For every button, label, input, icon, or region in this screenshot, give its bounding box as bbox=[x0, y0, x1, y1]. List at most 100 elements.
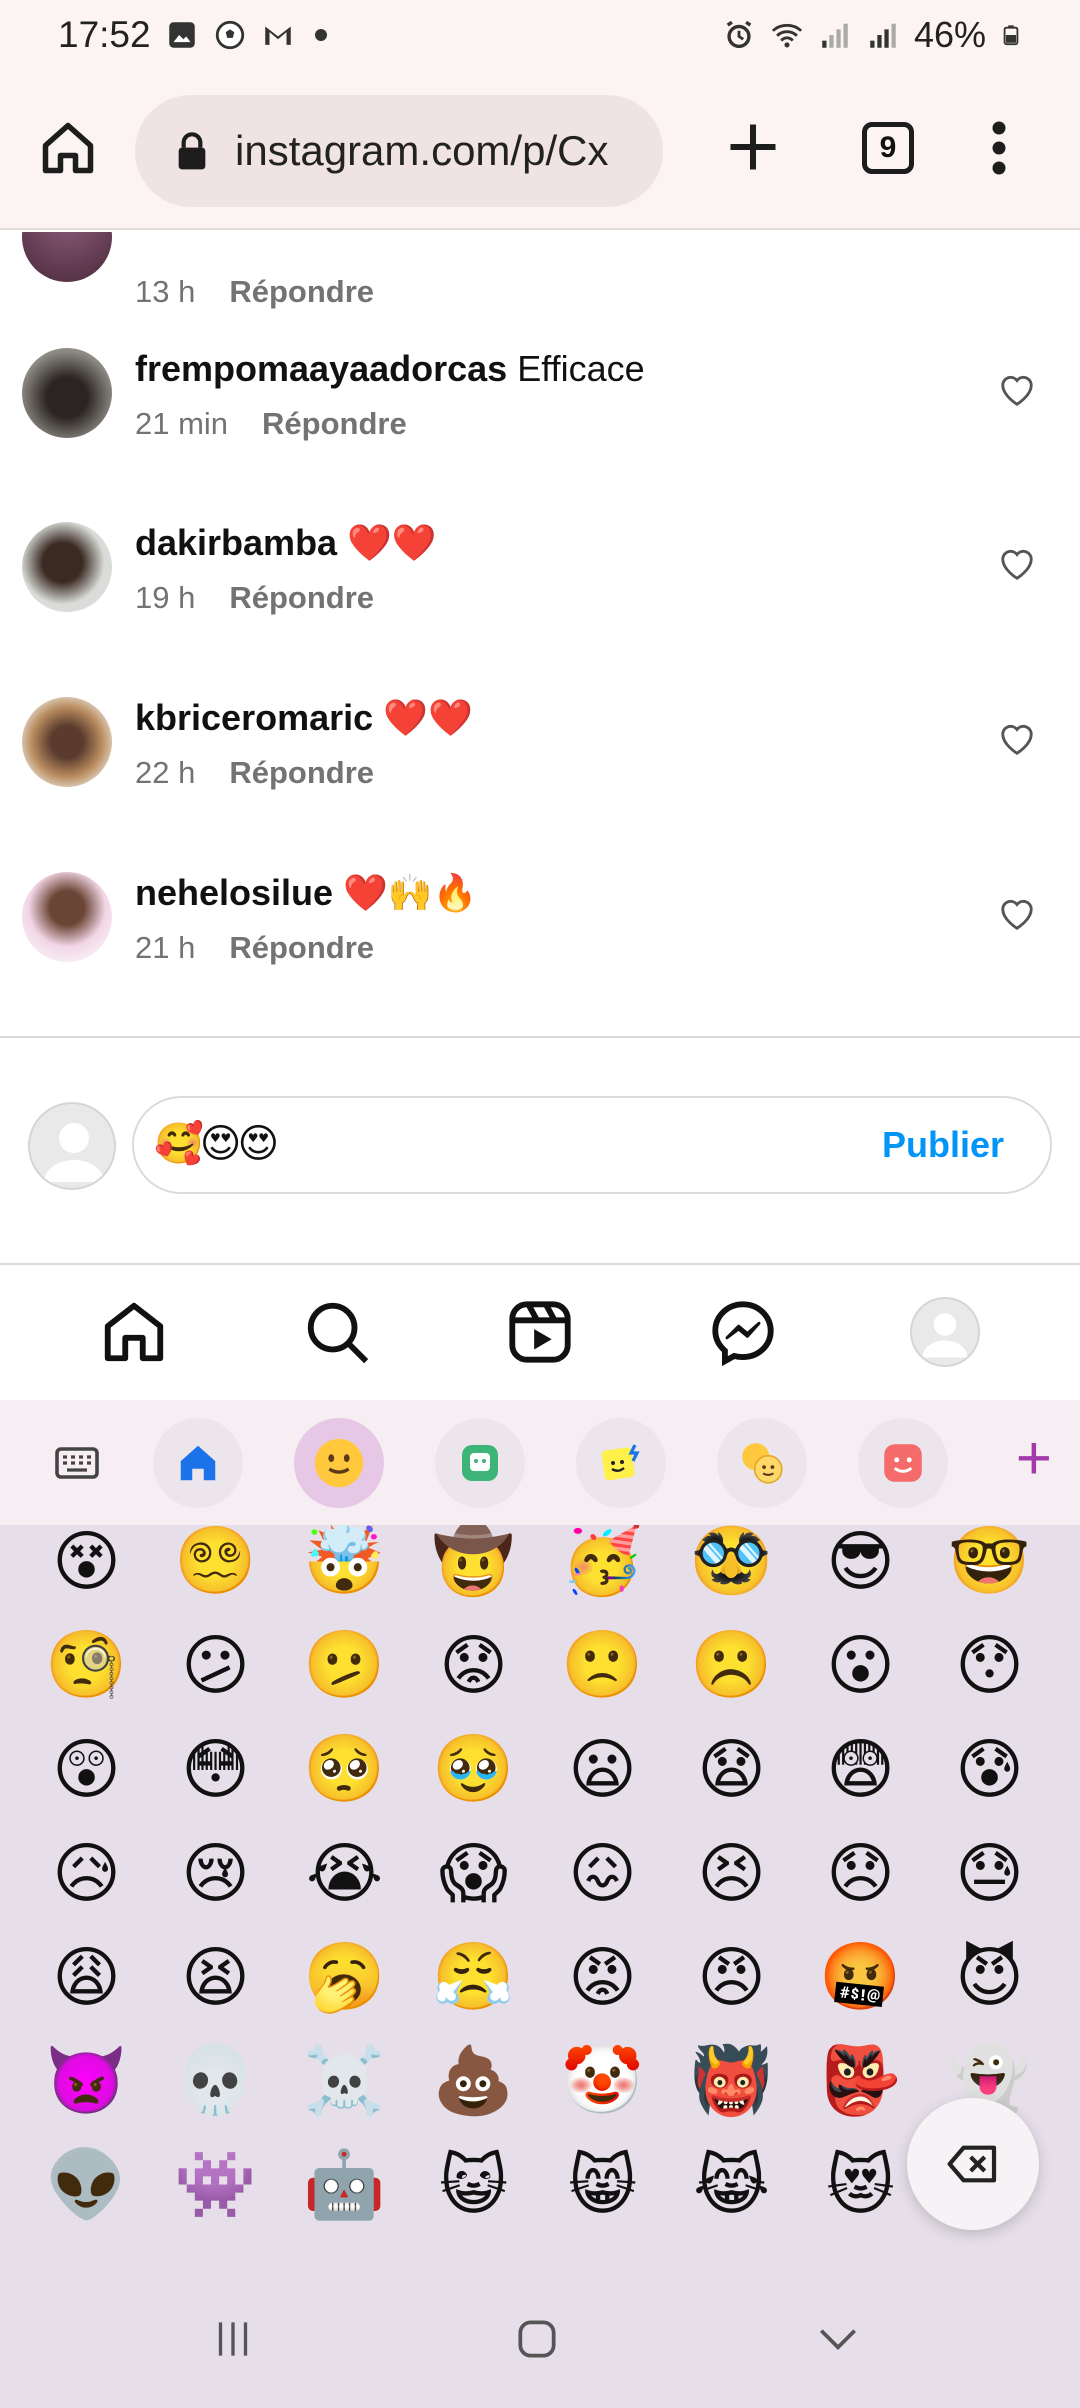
comment-username[interactable]: dakirbamba bbox=[135, 522, 337, 563]
emoji-key[interactable]: 🥳 bbox=[538, 1525, 667, 1613]
home-nav-icon[interactable] bbox=[512, 2314, 562, 2364]
emoji-key[interactable]: 😸 bbox=[538, 2133, 667, 2237]
emoji-key[interactable]: 😹 bbox=[667, 2133, 796, 2237]
emoji-key[interactable]: ☠️ bbox=[280, 2029, 409, 2133]
comment-username[interactable]: kbriceromaric bbox=[135, 697, 373, 738]
emoji-key[interactable]: 😞 bbox=[796, 1821, 925, 1925]
avatar[interactable] bbox=[22, 348, 112, 438]
keyboard-icon[interactable] bbox=[32, 1418, 122, 1508]
emoji-key[interactable]: 👺 bbox=[796, 2029, 925, 2133]
emoji-key[interactable]: 😺 bbox=[409, 2133, 538, 2237]
emoji-key[interactable]: 😳 bbox=[151, 1717, 280, 1821]
emoji-key[interactable]: 🥹 bbox=[409, 1717, 538, 1821]
emoji-key[interactable]: 🫤 bbox=[280, 1613, 409, 1717]
emoji-key[interactable]: 😥 bbox=[22, 1821, 151, 1925]
avatar[interactable] bbox=[22, 232, 112, 282]
sticker-icon[interactable] bbox=[435, 1418, 525, 1508]
like-heart-icon[interactable] bbox=[998, 372, 1036, 408]
avatar[interactable] bbox=[22, 697, 112, 787]
emoji-icon[interactable] bbox=[294, 1418, 384, 1508]
reply-button[interactable]: Répondre bbox=[229, 274, 374, 309]
emoji-key[interactable]: 🥺 bbox=[280, 1717, 409, 1821]
emoji-key[interactable]: 😠 bbox=[667, 1925, 796, 2029]
reply-button[interactable]: Répondre bbox=[229, 930, 374, 965]
tab-switcher-button[interactable]: 9 bbox=[862, 122, 914, 174]
emoji-key[interactable]: 😧 bbox=[667, 1717, 796, 1821]
emoji-key[interactable]: 🤡 bbox=[538, 2029, 667, 2133]
reels-icon[interactable] bbox=[505, 1297, 575, 1367]
emoji-key[interactable]: 👾 bbox=[151, 2133, 280, 2237]
emoji-key[interactable]: 😕 bbox=[151, 1613, 280, 1717]
emoji-key[interactable]: 🤓 bbox=[925, 1525, 1054, 1613]
emoji-key[interactable]: 😮 bbox=[796, 1613, 925, 1717]
emoji-key[interactable]: 🥱 bbox=[280, 1925, 409, 2029]
emoji-key[interactable]: 😢 bbox=[151, 1821, 280, 1925]
emoji-key[interactable]: 🥸 bbox=[667, 1525, 796, 1613]
status-bar: 17:52 46% bbox=[0, 0, 1080, 70]
emoji-key[interactable]: 😻 bbox=[796, 2133, 925, 2237]
emoji-key[interactable]: 😟 bbox=[409, 1613, 538, 1717]
emoji-key[interactable]: 🤠 bbox=[409, 1525, 538, 1613]
comment-username[interactable]: frempomaayaadorcas bbox=[135, 348, 507, 389]
emoji-key[interactable]: 😨 bbox=[796, 1717, 925, 1821]
emoji-key[interactable]: 👹 bbox=[667, 2029, 796, 2133]
emoji-key[interactable]: 😱 bbox=[409, 1821, 538, 1925]
home-icon[interactable] bbox=[153, 1418, 243, 1508]
recents-icon[interactable] bbox=[208, 2314, 258, 2364]
more-vert-icon[interactable] bbox=[984, 118, 1014, 178]
emoji-key[interactable]: 😯 bbox=[925, 1613, 1054, 1717]
emoji-key[interactable]: 😎 bbox=[796, 1525, 925, 1613]
emoji-key[interactable]: 🤯 bbox=[280, 1525, 409, 1613]
emoji-key[interactable]: 😦 bbox=[538, 1717, 667, 1821]
emoji-key[interactable]: 😵‍💫 bbox=[151, 1525, 280, 1613]
emoji-key[interactable]: 😖 bbox=[538, 1821, 667, 1925]
emoji-mix-icon[interactable] bbox=[717, 1418, 807, 1508]
emoji-key[interactable]: ☹️ bbox=[667, 1613, 796, 1717]
comment-item: nehelosilue ❤️🙌🔥 21 h Répondre bbox=[0, 872, 1080, 1038]
emoji-key[interactable]: 😈 bbox=[925, 1925, 1054, 2029]
emoji-key[interactable]: 🤖 bbox=[280, 2133, 409, 2237]
like-heart-icon[interactable] bbox=[998, 721, 1036, 757]
reply-button[interactable]: Répondre bbox=[229, 755, 374, 790]
new-tab-icon[interactable] bbox=[723, 117, 783, 177]
emoji-key[interactable]: 😡 bbox=[538, 1925, 667, 2029]
avatar[interactable] bbox=[22, 522, 112, 612]
emoji-key[interactable]: 😫 bbox=[151, 1925, 280, 2029]
emoji-key[interactable]: 😵 bbox=[22, 1525, 151, 1613]
back-chevron-down-icon[interactable] bbox=[812, 2314, 864, 2364]
emoji-key[interactable]: 🙁 bbox=[538, 1613, 667, 1717]
profile-avatar[interactable] bbox=[910, 1297, 980, 1367]
emoji-key[interactable]: 💩 bbox=[409, 2029, 538, 2133]
emoji-key[interactable]: 😤 bbox=[409, 1925, 538, 2029]
reply-button[interactable]: Répondre bbox=[229, 580, 374, 615]
emoji-key[interactable]: 🧐 bbox=[22, 1613, 151, 1717]
emoji-key[interactable]: 😲 bbox=[22, 1717, 151, 1821]
avatar-sticker-icon[interactable] bbox=[858, 1418, 948, 1508]
comment-username[interactable]: nehelosilue bbox=[135, 872, 333, 913]
reply-button[interactable]: Répondre bbox=[262, 406, 407, 441]
address-bar[interactable]: instagram.com/p/Cx bbox=[135, 95, 663, 207]
emoji-key[interactable]: 😩 bbox=[22, 1925, 151, 2029]
bitmoji-icon[interactable] bbox=[576, 1418, 666, 1508]
like-heart-icon[interactable] bbox=[998, 546, 1036, 582]
avatar[interactable] bbox=[22, 872, 112, 962]
backspace-button[interactable] bbox=[907, 2098, 1039, 2230]
home-icon[interactable] bbox=[99, 1297, 169, 1367]
comment-time: 13 h bbox=[135, 274, 196, 309]
emoji-key[interactable]: 💀 bbox=[151, 2029, 280, 2133]
emoji-key[interactable]: 👽 bbox=[22, 2133, 151, 2237]
emoji-key[interactable]: 😓 bbox=[925, 1821, 1054, 1925]
comment-input[interactable]: 🥰😍😍 Publier bbox=[132, 1096, 1052, 1194]
search-icon[interactable] bbox=[302, 1297, 372, 1367]
home-icon[interactable] bbox=[38, 118, 98, 178]
like-heart-icon[interactable] bbox=[998, 896, 1036, 932]
add-icon[interactable]: + bbox=[1016, 1428, 1052, 1490]
emoji-key[interactable]: 😭 bbox=[280, 1821, 409, 1925]
emoji-key[interactable]: 🤬 bbox=[796, 1925, 925, 2029]
messenger-icon[interactable] bbox=[708, 1297, 778, 1367]
emoji-key[interactable]: 👿 bbox=[22, 2029, 151, 2133]
emoji-key[interactable]: 😣 bbox=[667, 1821, 796, 1925]
publish-button[interactable]: Publier bbox=[882, 1124, 1004, 1166]
comment-meta: 13 h Répondre bbox=[135, 274, 374, 310]
emoji-key[interactable]: 😰 bbox=[925, 1717, 1054, 1821]
